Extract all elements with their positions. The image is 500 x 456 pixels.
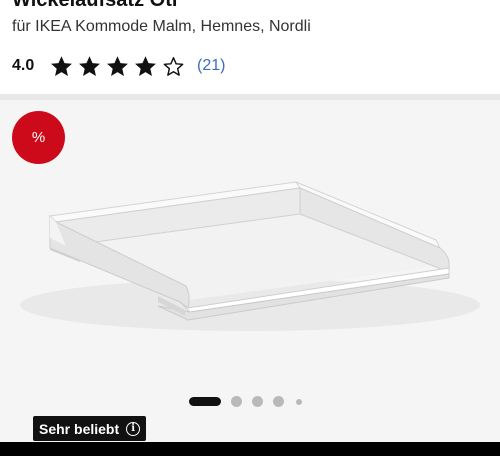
product-subtitle: für IKEA Kommode Malm, Hemnes, Nordli bbox=[12, 18, 311, 35]
star-filled-icon bbox=[107, 55, 128, 76]
popular-badge-label: Sehr beliebt bbox=[39, 420, 120, 437]
changing-top-image bbox=[20, 180, 480, 331]
star-filled-icon bbox=[79, 55, 100, 76]
popular-badge[interactable]: Sehr beliebt i bbox=[33, 416, 147, 441]
discount-badge: % bbox=[12, 111, 65, 164]
star-filled-icon bbox=[135, 55, 156, 76]
carousel-dots[interactable] bbox=[189, 396, 302, 407]
rating-value: 4.0 bbox=[12, 57, 35, 74]
bottom-bar bbox=[0, 442, 500, 456]
carousel-dot[interactable] bbox=[296, 398, 302, 405]
carousel-dot[interactable] bbox=[252, 396, 263, 407]
product-title: Wickelaufsatz Oti bbox=[12, 0, 178, 11]
star-rating bbox=[49, 54, 186, 79]
star-empty-icon bbox=[163, 56, 184, 76]
product-image-gallery[interactable]: % Sehr beliebt i bbox=[0, 100, 500, 442]
star-filled-icon bbox=[51, 55, 72, 76]
carousel-dot[interactable] bbox=[231, 396, 242, 407]
info-icon[interactable]: i bbox=[126, 421, 141, 436]
rating-row[interactable]: 4.0 (21) bbox=[12, 53, 225, 79]
carousel-dot-active[interactable] bbox=[189, 397, 221, 406]
review-count-link[interactable]: (21) bbox=[197, 57, 225, 75]
carousel-dot[interactable] bbox=[273, 396, 284, 407]
